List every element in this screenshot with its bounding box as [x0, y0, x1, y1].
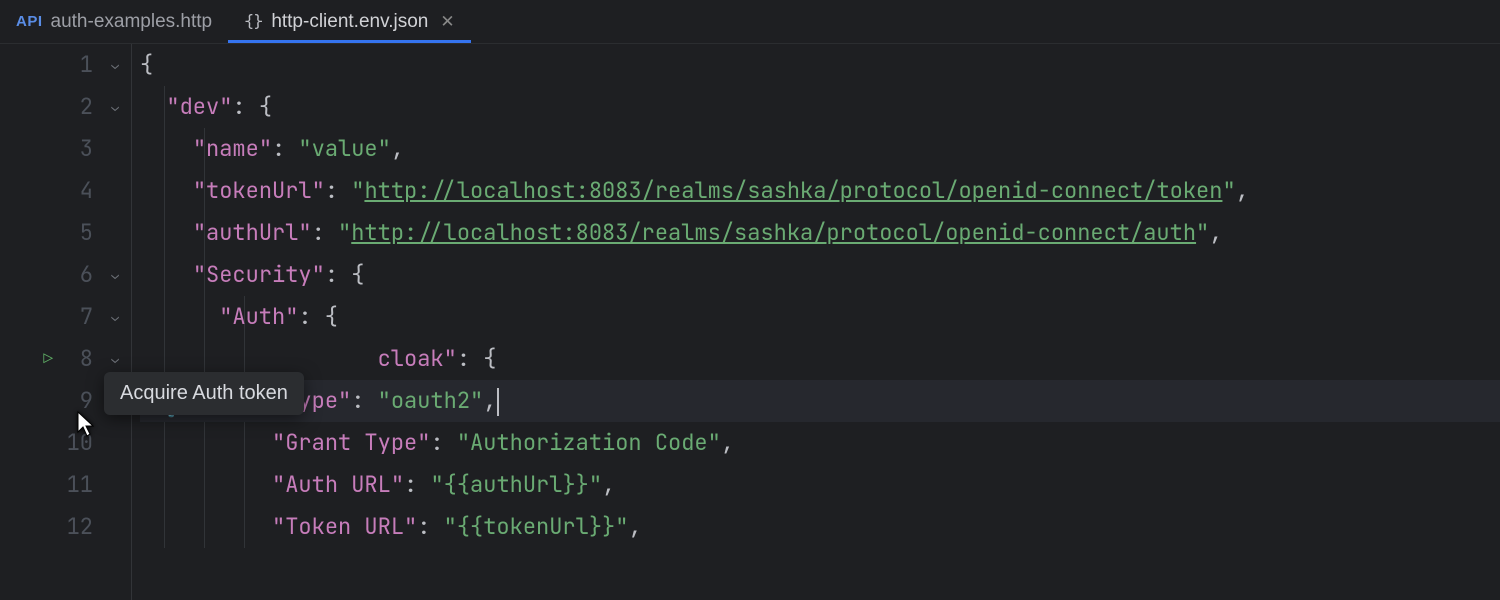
- tab-label: auth-examples.http: [51, 11, 213, 33]
- line-number: 8: [65, 338, 93, 380]
- gutter: 1⌄ 2⌄ 3 4 5 6⌄ 7⌄ ▷8⌄ 9 10 11 12: [0, 44, 132, 600]
- line-number: 12: [65, 506, 93, 548]
- line-number: 11: [65, 464, 93, 506]
- tab-label: http-client.env.json: [271, 11, 428, 33]
- line-number: 7: [65, 296, 93, 338]
- json-icon: {}: [244, 11, 263, 32]
- line-number: 3: [65, 128, 93, 170]
- fold-icon[interactable]: ⌄: [105, 86, 119, 128]
- editor: 1⌄ 2⌄ 3 4 5 6⌄ 7⌄ ▷8⌄ 9 10 11 12 { "dev"…: [0, 44, 1500, 600]
- auth-url-link[interactable]: http://localhost:8083/realms/sashka/prot…: [351, 218, 1196, 247]
- fold-icon[interactable]: ⌄: [105, 254, 119, 296]
- line-number: 4: [65, 170, 93, 212]
- api-icon: API: [16, 13, 43, 30]
- line-number: 2: [65, 86, 93, 128]
- token-url-link[interactable]: http://localhost:8083/realms/sashka/prot…: [364, 176, 1222, 205]
- tooltip-acquire-auth-token: Acquire Auth token: [104, 372, 304, 415]
- run-icon[interactable]: ▷: [43, 338, 53, 380]
- line-number: 1: [65, 44, 93, 86]
- tab-auth-examples[interactable]: API auth-examples.http: [0, 0, 228, 43]
- tab-http-client-env[interactable]: {} http-client.env.json ✕: [228, 0, 470, 43]
- code-area[interactable]: { "dev": { "name": "value", "tokenUrl": …: [132, 44, 1500, 600]
- line-number: 5: [65, 212, 93, 254]
- close-icon[interactable]: ✕: [440, 13, 454, 30]
- tab-bar: API auth-examples.http {} http-client.en…: [0, 0, 1500, 44]
- fold-icon[interactable]: ⌄: [105, 296, 119, 338]
- fold-icon[interactable]: ⌄: [105, 44, 119, 86]
- text-caret: [497, 388, 499, 416]
- mouse-cursor-icon: [74, 410, 98, 445]
- line-number: 6: [65, 254, 93, 296]
